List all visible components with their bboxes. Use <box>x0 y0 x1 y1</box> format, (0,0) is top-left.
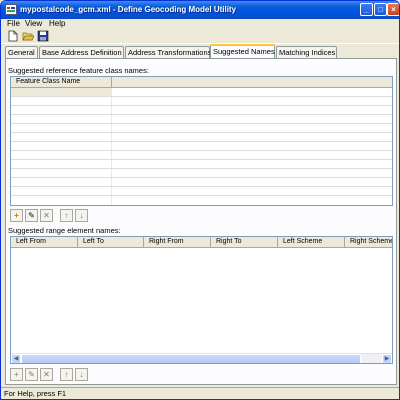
move-down-range-button[interactable]: ↓ <box>75 368 88 381</box>
move-down-feature-button[interactable]: ↓ <box>75 209 88 222</box>
feature-button-row: + ✎ ✕ ↑ ↓ <box>10 209 100 222</box>
add-range-button[interactable]: + <box>10 368 23 381</box>
grid-row-line <box>11 168 392 169</box>
close-button[interactable]: × <box>387 3 399 16</box>
range-button-row: + ✎ ✕ ↑ ↓ <box>10 368 100 381</box>
open-folder-icon[interactable] <box>22 30 34 42</box>
title-bar[interactable]: mypostalcode_gcm.xml - Define Geocoding … <box>1 1 399 19</box>
grid-row-line <box>11 150 392 151</box>
menu-help[interactable]: Help <box>49 19 65 28</box>
scroll-left-icon[interactable]: ◀ <box>11 354 21 363</box>
save-disk-icon[interactable] <box>37 30 49 42</box>
window-title: mypostalcode_gcm.xml - Define Geocoding … <box>20 5 237 14</box>
menu-view[interactable]: View <box>25 19 42 28</box>
col-right-from[interactable]: Right From <box>144 237 211 248</box>
grid-row-line <box>11 114 392 115</box>
edit-range-button[interactable]: ✎ <box>25 368 38 381</box>
col-left-from[interactable]: Left From <box>11 237 78 248</box>
tab-strip: General Base Address Definition Address … <box>5 44 397 58</box>
delete-range-button[interactable]: ✕ <box>40 368 53 381</box>
range-element-names-label: Suggested range element names: <box>8 226 121 235</box>
grid-row-line <box>11 159 392 160</box>
feature-class-grid[interactable]: Feature Class Name <box>10 76 393 206</box>
status-bar: For Help, press F1 <box>1 387 399 399</box>
grid-row-line <box>11 96 392 97</box>
status-text: For Help, press F1 <box>4 389 67 398</box>
delete-feature-button[interactable]: ✕ <box>40 209 53 222</box>
col-right-to[interactable]: Right To <box>211 237 278 248</box>
grid-row-line <box>11 186 392 187</box>
grid-row-line <box>11 105 392 106</box>
grid-row-line <box>11 177 392 178</box>
range-element-grid[interactable]: Left From Left To Right From Right To Le… <box>10 236 393 364</box>
app-window: mypostalcode_gcm.xml - Define Geocoding … <box>0 0 400 400</box>
header-filler <box>112 77 392 88</box>
grid-row-line <box>11 132 392 133</box>
scroll-thumb[interactable] <box>21 354 361 363</box>
minimize-button[interactable]: _ <box>360 3 373 16</box>
menu-bar: File View Help <box>1 19 399 29</box>
tab-base-address-definition[interactable]: Base Address Definition <box>39 46 124 58</box>
horizontal-scrollbar[interactable]: ◀ ▶ <box>11 353 392 363</box>
toolbar <box>1 29 399 44</box>
app-icon <box>5 4 17 15</box>
edit-feature-button[interactable]: ✎ <box>25 209 38 222</box>
selected-cell[interactable] <box>11 88 112 96</box>
col-left-scheme[interactable]: Left Scheme <box>278 237 345 248</box>
tab-matching-indices[interactable]: Matching Indices <box>276 46 337 58</box>
new-document-icon[interactable] <box>7 30 19 42</box>
feature-class-names-label: Suggested reference feature class names: <box>8 66 149 75</box>
scroll-right-icon[interactable]: ▶ <box>382 354 392 363</box>
grid-row-line <box>11 141 392 142</box>
tab-suggested-names[interactable]: Suggested Names <box>210 44 275 58</box>
move-up-range-button[interactable]: ↑ <box>60 368 73 381</box>
tab-address-transformations[interactable]: Address Transformations <box>125 46 211 58</box>
suggested-names-panel: Suggested reference feature class names:… <box>5 58 397 385</box>
grid-row-line <box>11 195 392 196</box>
move-up-feature-button[interactable]: ↑ <box>60 209 73 222</box>
grid-row-line <box>11 123 392 124</box>
tab-general[interactable]: General <box>5 46 38 58</box>
col-left-to[interactable]: Left To <box>78 237 144 248</box>
menu-file[interactable]: File <box>7 19 20 28</box>
col-feature-class-name[interactable]: Feature Class Name <box>11 77 112 88</box>
add-feature-button[interactable]: + <box>10 209 23 222</box>
maximize-button[interactable]: □ <box>374 3 387 16</box>
col-right-scheme[interactable]: Right Scheme <box>345 237 392 248</box>
